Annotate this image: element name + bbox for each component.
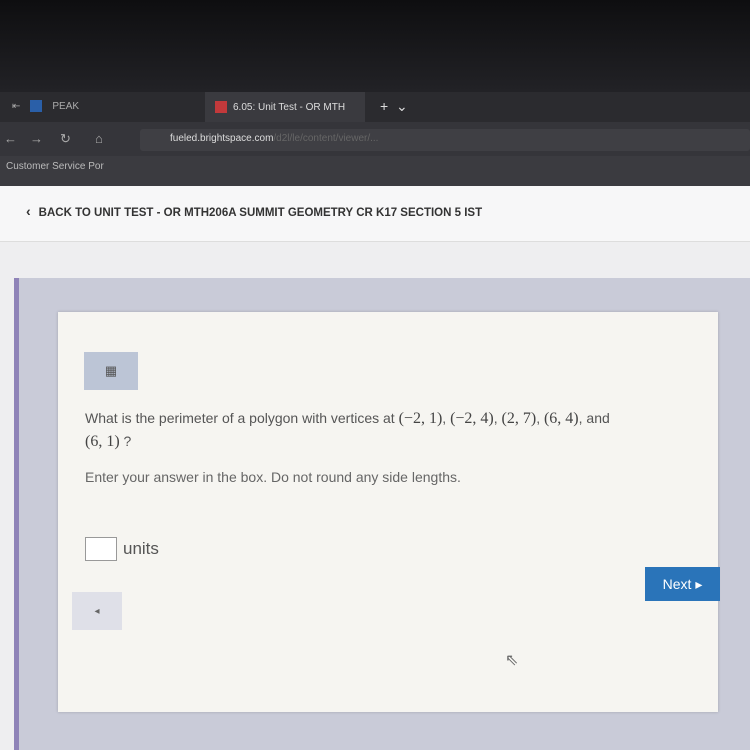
address-toolbar: ← → ↻ ⌂ fueled.brightspace.com/d2l/le/co… — [0, 122, 750, 156]
next-button[interactable]: Next ▸ — [645, 567, 720, 601]
calculator-button[interactable]: ▦ — [84, 352, 138, 390]
tab-unit-test[interactable]: 6.05: Unit Test - OR MTH — [205, 92, 365, 122]
instruction-text: Enter your answer in the box. Do not rou… — [85, 469, 461, 485]
chevron-left-icon: ‹ — [26, 203, 31, 219]
url-input[interactable]: fueled.brightspace.com/d2l/le/content/vi… — [140, 129, 750, 151]
home-icon[interactable]: ⌂ — [95, 131, 103, 146]
previous-button[interactable]: ◂ — [72, 592, 122, 630]
brightspace-favicon-icon — [215, 101, 227, 113]
tab-peak[interactable]: ⇤ PEAK — [12, 100, 79, 112]
tab-actions-icon[interactable]: ⇤ — [12, 101, 20, 112]
new-tab-button[interactable]: + ⌄ — [380, 98, 408, 115]
refresh-icon[interactable]: ↻ — [60, 131, 71, 147]
mouse-cursor-icon: ⇖ — [505, 652, 519, 669]
answer-row: units — [85, 537, 159, 561]
back-to-unit-test-link[interactable]: ‹ BACK TO UNIT TEST - OR MTH206A SUMMIT G… — [0, 186, 750, 242]
units-label: units — [123, 539, 159, 558]
bookmark-customer-service[interactable]: Customer Service Por — [6, 161, 104, 172]
page-content: ‹ BACK TO UNIT TEST - OR MTH206A SUMMIT G… — [0, 186, 750, 750]
screen-bezel — [0, 0, 750, 92]
tab-bar: ⇤ PEAK 6.05: Unit Test - OR MTH + ⌄ — [0, 92, 750, 122]
answer-input[interactable] — [85, 537, 117, 561]
question-text: What is the perimeter of a polygon with … — [85, 410, 610, 450]
tab-label: 6.05: Unit Test - OR MTH — [233, 101, 346, 113]
forward-arrow-icon[interactable]: → — [30, 131, 43, 146]
tab-label: PEAK — [52, 100, 80, 112]
back-arrow-icon[interactable]: ← — [4, 131, 17, 146]
question-card: ▦ What is the perimeter of a polygon wit… — [58, 312, 720, 712]
peak-favicon-icon — [30, 100, 43, 112]
tab-menu-chevron-icon[interactable]: ⌄ — [396, 98, 408, 114]
calculator-icon: ▦ — [104, 363, 118, 378]
bookmarks-bar: Customer Service Por — [0, 156, 750, 186]
